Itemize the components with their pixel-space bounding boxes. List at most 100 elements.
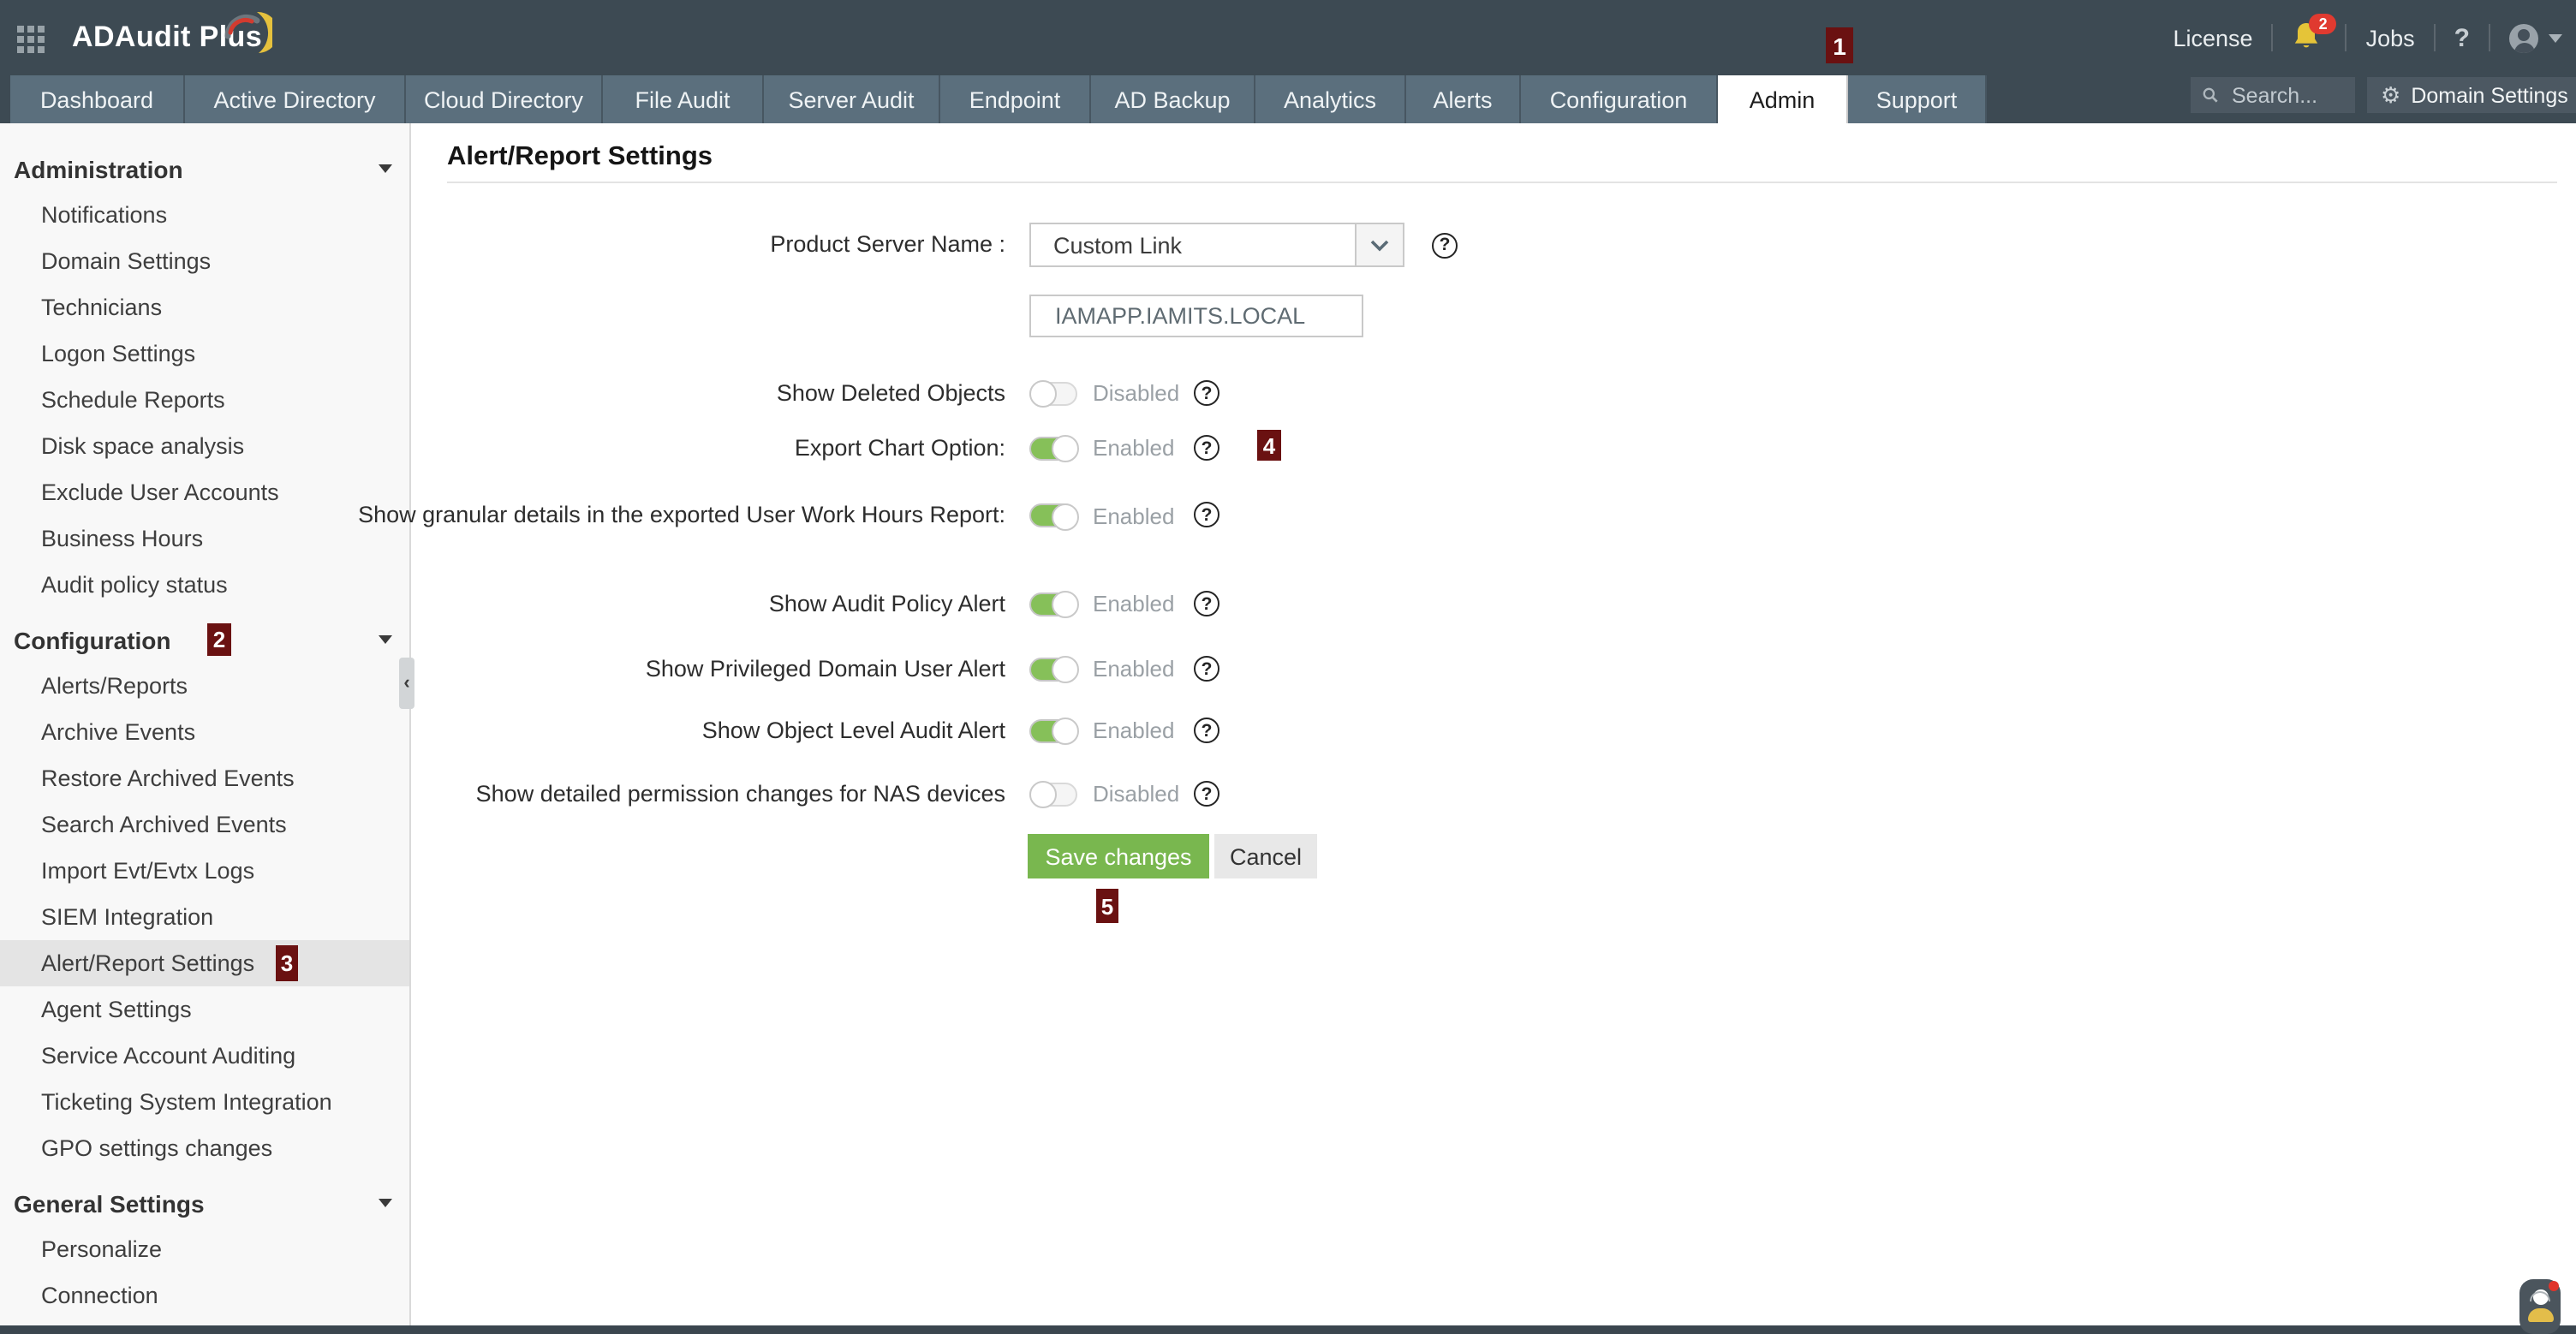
toggle-state: Disabled xyxy=(1093,381,1182,407)
sidebar-item-personalize[interactable]: Personalize xyxy=(0,1226,409,1272)
tab-ad-backup[interactable]: AD Backup xyxy=(1091,75,1255,123)
app-launcher-icon[interactable] xyxy=(17,26,50,53)
sidebar-item-ticketing-system-integration[interactable]: Ticketing System Integration xyxy=(0,1079,409,1125)
annotation-badge-1: 1 xyxy=(1826,27,1853,63)
select-dropdown-button[interactable] xyxy=(1355,224,1403,265)
notifications-bell-icon[interactable]: 2 xyxy=(2293,21,2327,55)
nas-permission-changes-row: Show detailed permission changes for NAS… xyxy=(0,779,1219,809)
toggle-state: Enabled xyxy=(1093,436,1182,462)
custom-link-row xyxy=(0,295,1363,337)
page-title: Alert/Report Settings xyxy=(447,142,713,173)
chat-agent-icon xyxy=(2532,1289,2548,1305)
tab-server-audit[interactable]: Server Audit xyxy=(764,75,940,123)
cancel-button[interactable]: Cancel xyxy=(1214,834,1317,878)
object-level-audit-alert-toggle[interactable] xyxy=(1029,719,1077,743)
domain-settings-button[interactable]: ⚙ Domain Settings xyxy=(2367,77,2576,113)
tab-dashboard[interactable]: Dashboard xyxy=(10,75,185,123)
support-chat-widget[interactable] xyxy=(2519,1279,2561,1334)
adaudit-plus-app: ADAudit Plus License 2 Jobs ? xyxy=(0,0,2576,1334)
help-icon[interactable]: ? xyxy=(1194,502,1219,527)
select-value: Custom Link xyxy=(1031,232,1355,258)
help-icon[interactable]: ? xyxy=(1194,657,1219,682)
tab-support[interactable]: Support xyxy=(1848,75,1987,123)
top-header: ADAudit Plus License 2 Jobs ? xyxy=(0,0,2576,75)
annotation-badge-2: 2 xyxy=(207,623,231,656)
granular-details-toggle[interactable] xyxy=(1029,503,1077,527)
custom-link-input[interactable] xyxy=(1029,295,1363,337)
toggle-state: Enabled xyxy=(1093,503,1182,529)
form-actions: Save changes Cancel xyxy=(1028,834,1317,878)
tab-active-directory[interactable]: Active Directory xyxy=(185,75,406,123)
audit-policy-alert-toggle[interactable] xyxy=(1029,593,1077,616)
divider xyxy=(2434,24,2436,51)
tab-endpoint[interactable]: Endpoint xyxy=(940,75,1091,123)
toggle-knob xyxy=(1051,436,1078,463)
jobs-link[interactable]: Jobs xyxy=(2366,25,2415,51)
product-server-name-label: Product Server Name : xyxy=(0,230,1005,260)
header-help-icon[interactable]: ? xyxy=(2454,23,2470,52)
help-icon[interactable]: ? xyxy=(1194,381,1219,407)
sidebar-item-service-account-auditing[interactable]: Service Account Auditing xyxy=(0,1033,409,1079)
help-icon[interactable]: ? xyxy=(1194,436,1219,462)
gear-icon: ⚙ xyxy=(2381,81,2400,109)
toggle-state: Enabled xyxy=(1093,718,1182,744)
sidebar-item-alert-report-settings[interactable]: Alert/Report Settings 3 xyxy=(0,940,409,986)
notification-count-badge: 2 xyxy=(2310,14,2337,34)
chevron-down-icon xyxy=(379,1199,392,1207)
tab-analytics[interactable]: Analytics xyxy=(1255,75,1406,123)
toggle-label: Export Chart Option: xyxy=(0,433,1005,463)
toggle-state: Enabled xyxy=(1093,592,1182,617)
tab-alerts[interactable]: Alerts xyxy=(1406,75,1521,123)
account-menu[interactable] xyxy=(2509,23,2562,52)
sidebar-item-siem-integration[interactable]: SIEM Integration xyxy=(0,894,409,940)
help-icon[interactable]: ? xyxy=(1194,718,1219,744)
toggle-label: Show Privileged Domain User Alert xyxy=(0,654,1005,684)
help-icon[interactable]: ? xyxy=(1194,592,1219,617)
sidebar-item-import-evt-evtx-logs[interactable]: Import Evt/Evtx Logs xyxy=(0,848,409,894)
nas-permission-changes-toggle[interactable] xyxy=(1029,783,1077,807)
help-icon[interactable]: ? xyxy=(1432,232,1458,258)
divider xyxy=(2489,24,2490,51)
toggle-knob xyxy=(1051,592,1078,619)
tab-admin[interactable]: Admin xyxy=(1718,75,1848,123)
divider xyxy=(2346,24,2347,51)
user-avatar-icon[interactable] xyxy=(2509,23,2538,52)
sidebar-item-logon-settings[interactable]: Logon Settings xyxy=(0,331,409,377)
section-title: Administration xyxy=(14,155,183,182)
chevron-down-icon xyxy=(379,164,392,173)
toggle-knob xyxy=(1029,381,1056,408)
header-right-cluster: License 2 Jobs ? xyxy=(2174,0,2563,75)
annotation-badge-3: 3 xyxy=(276,945,298,981)
sidebar-item-gpo-settings-changes[interactable]: GPO settings changes xyxy=(0,1125,409,1171)
product-server-name-select[interactable]: Custom Link xyxy=(1029,223,1404,267)
bottom-bar xyxy=(0,1325,2576,1334)
save-changes-button[interactable]: Save changes xyxy=(1028,834,1209,878)
search-icon xyxy=(2203,86,2218,104)
tab-configuration[interactable]: Configuration xyxy=(1521,75,1718,123)
main-nav-tabs: Dashboard Active Directory Cloud Directo… xyxy=(0,75,2576,123)
tab-cloud-directory[interactable]: Cloud Directory xyxy=(406,75,603,123)
export-chart-option-toggle[interactable] xyxy=(1029,437,1077,461)
toggle-label: Show Object Level Audit Alert xyxy=(0,716,1005,746)
sidebar-section-administration[interactable]: Administration xyxy=(0,146,409,192)
chat-notification-dot xyxy=(2549,1281,2559,1291)
object-level-audit-alert-row: Show Object Level Audit Alert Enabled ? xyxy=(0,716,1219,746)
toggle-label: Show Audit Policy Alert xyxy=(0,589,1005,619)
sidebar-item-connection[interactable]: Connection xyxy=(0,1272,409,1319)
privileged-domain-user-alert-toggle[interactable] xyxy=(1029,658,1077,682)
sidebar-item-agent-settings[interactable]: Agent Settings xyxy=(0,986,409,1033)
help-icon[interactable]: ? xyxy=(1194,782,1219,807)
export-chart-option-row: Export Chart Option: Enabled ? 4 xyxy=(0,433,1219,463)
audit-policy-alert-row: Show Audit Policy Alert Enabled ? xyxy=(0,589,1219,619)
toggle-knob xyxy=(1051,657,1078,684)
toggle-knob xyxy=(1051,503,1078,530)
license-link[interactable]: License xyxy=(2174,25,2253,51)
show-deleted-objects-row: Show Deleted Objects Disabled ? xyxy=(0,378,1219,408)
toggle-state: Enabled xyxy=(1093,657,1182,682)
search-box[interactable] xyxy=(2191,77,2355,113)
tab-file-audit[interactable]: File Audit xyxy=(603,75,764,123)
show-deleted-objects-toggle[interactable] xyxy=(1029,382,1077,406)
sidebar-section-general-settings[interactable]: General Settings xyxy=(0,1180,409,1226)
search-input[interactable] xyxy=(2228,81,2355,109)
section-title: Configuration xyxy=(14,626,171,653)
